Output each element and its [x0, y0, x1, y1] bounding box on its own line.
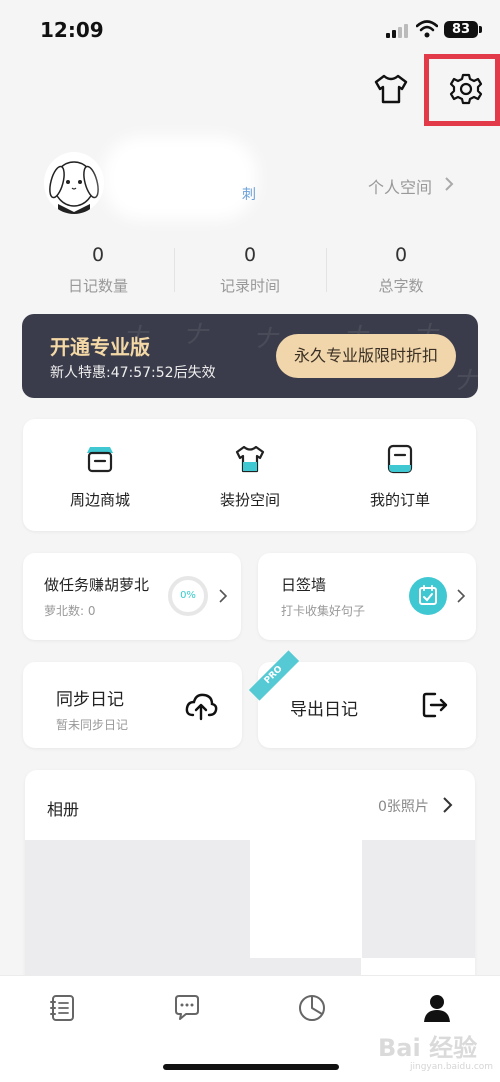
cloud-upload-icon: [185, 693, 218, 721]
username-redacted: [115, 148, 245, 208]
stats-pie-tab-icon[interactable]: [297, 993, 327, 1023]
diary-count-label: 日记数量: [67, 277, 128, 295]
chevron-right-icon: [445, 177, 454, 191]
export-diary-title: 导出日记: [290, 700, 358, 720]
banner-decoration: ナ: [182, 320, 209, 350]
word-count-label: 总字数: [378, 277, 424, 295]
album-photo-count: 0张照片: [378, 799, 429, 815]
sign-wall-title: 日签墙: [281, 576, 327, 594]
cellular-signal-icon: [386, 22, 410, 38]
word-count-value: 0: [394, 244, 408, 266]
order-icon[interactable]: [384, 443, 416, 475]
calendar-check-icon: [409, 577, 447, 615]
record-time-label: 记录时间: [219, 277, 280, 295]
dress-up-shirt-icon[interactable]: [372, 70, 410, 108]
username-fragment: 刺: [242, 187, 256, 203]
lifetime-pro-discount-button[interactable]: 永久专业版限时折扣: [276, 334, 456, 378]
quick-actions-card: [23, 419, 476, 531]
battery-indicator: 83: [444, 21, 478, 38]
task-title: 做任务赚胡萝北: [44, 576, 150, 594]
personal-space-link[interactable]: 个人空间: [368, 174, 432, 198]
bunny-avatar-icon: [49, 161, 99, 214]
shop-label[interactable]: 周边商城: [25, 489, 175, 510]
sign-wall-subtitle: 打卡收集好句子: [281, 604, 366, 618]
album-title: 相册: [47, 800, 80, 819]
status-time: 12:09: [40, 18, 104, 42]
chevron-right-icon: [443, 797, 453, 813]
task-card[interactable]: [23, 553, 241, 640]
promo-title: 开通专业版: [50, 335, 150, 359]
settings-gear-icon[interactable]: [449, 72, 483, 106]
record-time-value: 0: [243, 244, 257, 266]
sync-diary-title: 同步日记: [56, 690, 124, 710]
photo-placeholder: [25, 840, 250, 980]
shirt-icon[interactable]: [234, 443, 266, 475]
avatar[interactable]: [44, 152, 104, 214]
watermark-url: jingyan.baidu.com: [410, 1062, 494, 1072]
my-orders-label[interactable]: 我的订单: [325, 489, 475, 510]
wifi-icon: [416, 20, 438, 38]
watermark: Bai 经验: [378, 1034, 478, 1062]
messages-tab-icon[interactable]: [172, 993, 202, 1023]
diary-tab-icon[interactable]: [48, 993, 78, 1023]
profile-tab-icon[interactable]: [422, 993, 452, 1023]
shop-icon[interactable]: [84, 443, 116, 475]
banner-decoration: ナ: [452, 366, 478, 396]
task-subtitle: 萝北数: 0: [44, 604, 96, 618]
banner-decoration: ナ: [252, 324, 279, 354]
sync-diary-status: 暂未同步日记: [56, 718, 129, 732]
chevron-right-icon: [219, 589, 228, 603]
diary-count-value: 0: [91, 244, 105, 266]
battery-cap: [479, 26, 482, 33]
photo-placeholder: [362, 840, 475, 958]
task-progress-ring: 0%: [168, 576, 208, 616]
export-icon: [422, 692, 448, 718]
promo-countdown: 新人特惠:47:57:52后失效: [50, 365, 216, 381]
chevron-right-icon: [457, 589, 466, 603]
dress-up-label[interactable]: 装扮空间: [175, 489, 325, 510]
home-indicator: [163, 1064, 339, 1070]
